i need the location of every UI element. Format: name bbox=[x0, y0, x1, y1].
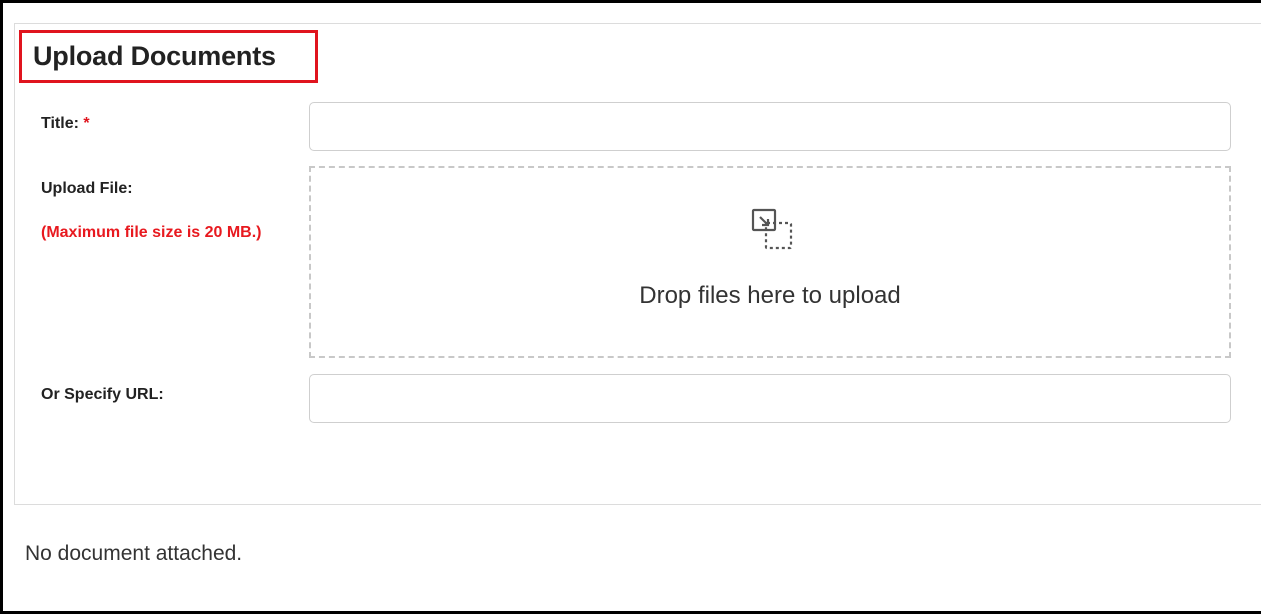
upload-file-label: Upload File: bbox=[41, 180, 133, 197]
section-title-highlight: Upload Documents bbox=[19, 30, 318, 83]
title-label: Title: * bbox=[41, 115, 90, 133]
file-dropzone[interactable]: Drop files here to upload bbox=[309, 166, 1231, 358]
specify-url-label: Or Specify URL: bbox=[41, 386, 164, 403]
drop-files-icon bbox=[751, 208, 793, 250]
title-label-text: Title: bbox=[41, 115, 79, 132]
max-file-size-note: (Maximum file size is 20 MB.) bbox=[41, 224, 262, 241]
section-title: Upload Documents bbox=[33, 41, 276, 71]
title-input[interactable] bbox=[309, 102, 1231, 151]
dropzone-text: Drop files here to upload bbox=[639, 282, 901, 309]
required-marker: * bbox=[83, 115, 90, 132]
url-input[interactable] bbox=[309, 374, 1231, 423]
attachment-status: No document attached. bbox=[25, 542, 243, 565]
